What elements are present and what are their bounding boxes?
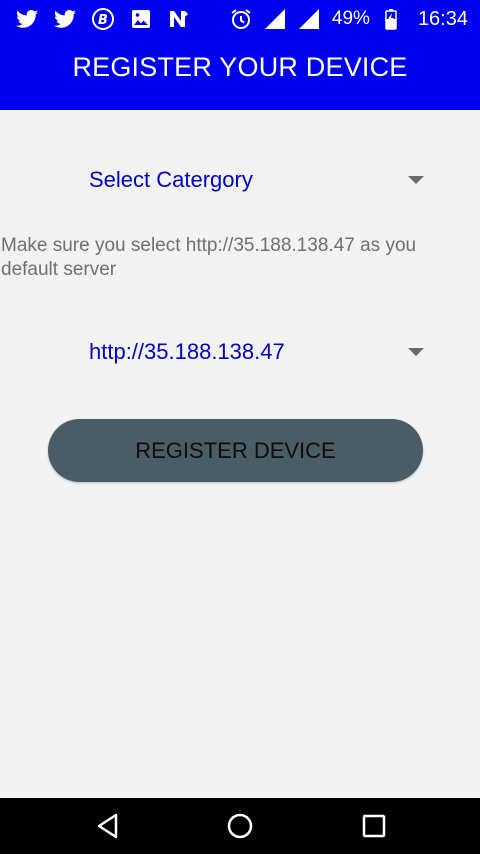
battery-charging-icon	[378, 6, 404, 32]
recents-icon[interactable]	[356, 808, 392, 844]
navigation-bar	[0, 798, 480, 854]
signal-icon	[262, 6, 288, 32]
twitter-icon	[14, 6, 40, 32]
dropdown-arrow-icon	[408, 176, 424, 184]
server-dropdown[interactable]: http://35.188.138.47	[0, 326, 480, 378]
battery-percent: 49%	[331, 8, 370, 29]
n-app-icon	[166, 6, 192, 32]
signal-icon	[296, 6, 322, 32]
twitter-icon	[52, 6, 78, 32]
system-icons: 49% 16:34	[228, 0, 468, 38]
category-dropdown[interactable]: Select Catergory	[0, 154, 480, 206]
svg-text:B: B	[98, 13, 108, 28]
alarm-icon	[228, 6, 254, 32]
register-device-button[interactable]: REGISTER DEVICE	[48, 419, 423, 482]
page-title: REGISTER YOUR DEVICE	[72, 51, 408, 82]
back-icon[interactable]	[90, 808, 126, 844]
dropdown-arrow-icon	[408, 348, 424, 356]
app-bar: REGISTER YOUR DEVICE	[0, 38, 480, 110]
server-dropdown-value: http://35.188.138.47	[89, 339, 285, 364]
clock: 16:34	[417, 7, 468, 30]
image-icon	[128, 6, 154, 32]
category-dropdown-value: Select Catergory	[89, 167, 253, 192]
server-hint-text: Make sure you select http://35.188.138.4…	[1, 235, 417, 280]
bitcoin-icon: B	[90, 6, 116, 32]
notification-icons: B	[14, 0, 192, 38]
status-bar: B 49% 16:34	[0, 0, 480, 38]
home-icon[interactable]	[222, 808, 258, 844]
